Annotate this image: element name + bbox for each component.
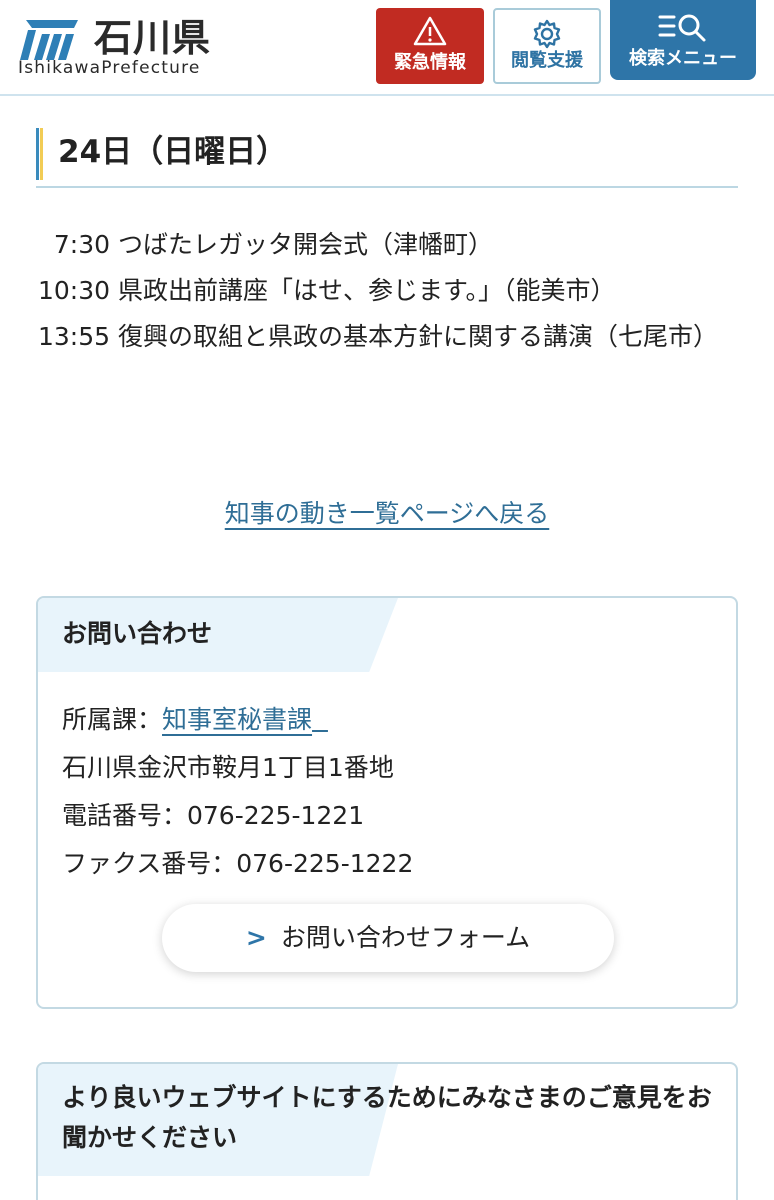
schedule-list: 7:30 つばたレガッタ開会式（津幡町） 10:30 県政出前講座「はせ、参じま… [38,222,740,360]
date-heading: 24日（日曜日） [36,128,738,188]
contact-title: お問い合わせ [62,619,213,648]
warning-icon [413,16,447,46]
accessibility-button[interactable]: 閲覧支援 [493,8,601,84]
schedule-item: 7:30 つばたレガッタ開会式（津幡町） [38,230,493,259]
site-logo[interactable]: 石川県 IshikawaPrefecture [18,12,228,82]
fax-number: ファクス番号：076-225-1222 [62,849,414,878]
emergency-label: 緊急情報 [394,52,466,73]
search-menu-icon [658,14,706,42]
department-link[interactable]: 知事室秘書課 [162,705,312,734]
page-title: 24日（日曜日） [58,134,288,170]
contact-box: お問い合わせ 所属課：知事室秘書課 石川県金沢市鞍月1丁目1番地 電話番号：07… [36,596,738,1009]
feedback-box: より良いウェブサイトにするためにみなさまのご意見をお聞かせください [36,1062,738,1200]
back-to-list-link[interactable]: 知事の動き一覧ページへ戻る [225,499,550,528]
emergency-info-button[interactable]: 緊急情報 [376,8,484,84]
heading-accent-bar [36,128,43,180]
back-link-container: 知事の動き一覧ページへ戻る [0,494,774,530]
department-label: 所属課： [62,705,163,734]
search-menu-button[interactable]: 検索メニュー [610,0,756,80]
contact-form-button[interactable]: > お問い合わせフォーム [162,904,614,972]
schedule-item: 13:55 復興の取組と県政の基本方針に関する講演（七尾市） [38,322,718,351]
address: 石川県金沢市鞍月1丁目1番地 [62,753,394,782]
chevron-right-icon: > [245,923,267,952]
prefecture-logo-icon [20,20,78,60]
contact-form-label: お問い合わせフォーム [280,923,531,952]
logo-english: IshikawaPrefecture [18,58,201,78]
search-menu-label: 検索メニュー [629,48,737,69]
site-header: 石川県 IshikawaPrefecture 緊急情報 閲覧支援 検索メニュー [0,0,774,96]
schedule-item: 10:30 県政出前講座「はせ、参じます。」（能美市） [38,276,616,305]
feedback-title: より良いウェブサイトにするためにみなさまのご意見をお聞かせください [62,1083,712,1152]
department-row: 所属課：知事室秘書課 [62,696,413,744]
phone-number: 電話番号：076-225-1221 [62,801,365,830]
accessibility-label: 閲覧支援 [511,50,583,71]
contact-info: 所属課：知事室秘書課 石川県金沢市鞍月1丁目1番地 電話番号：076-225-1… [62,696,413,888]
logo-name: 石川県 [94,16,212,60]
